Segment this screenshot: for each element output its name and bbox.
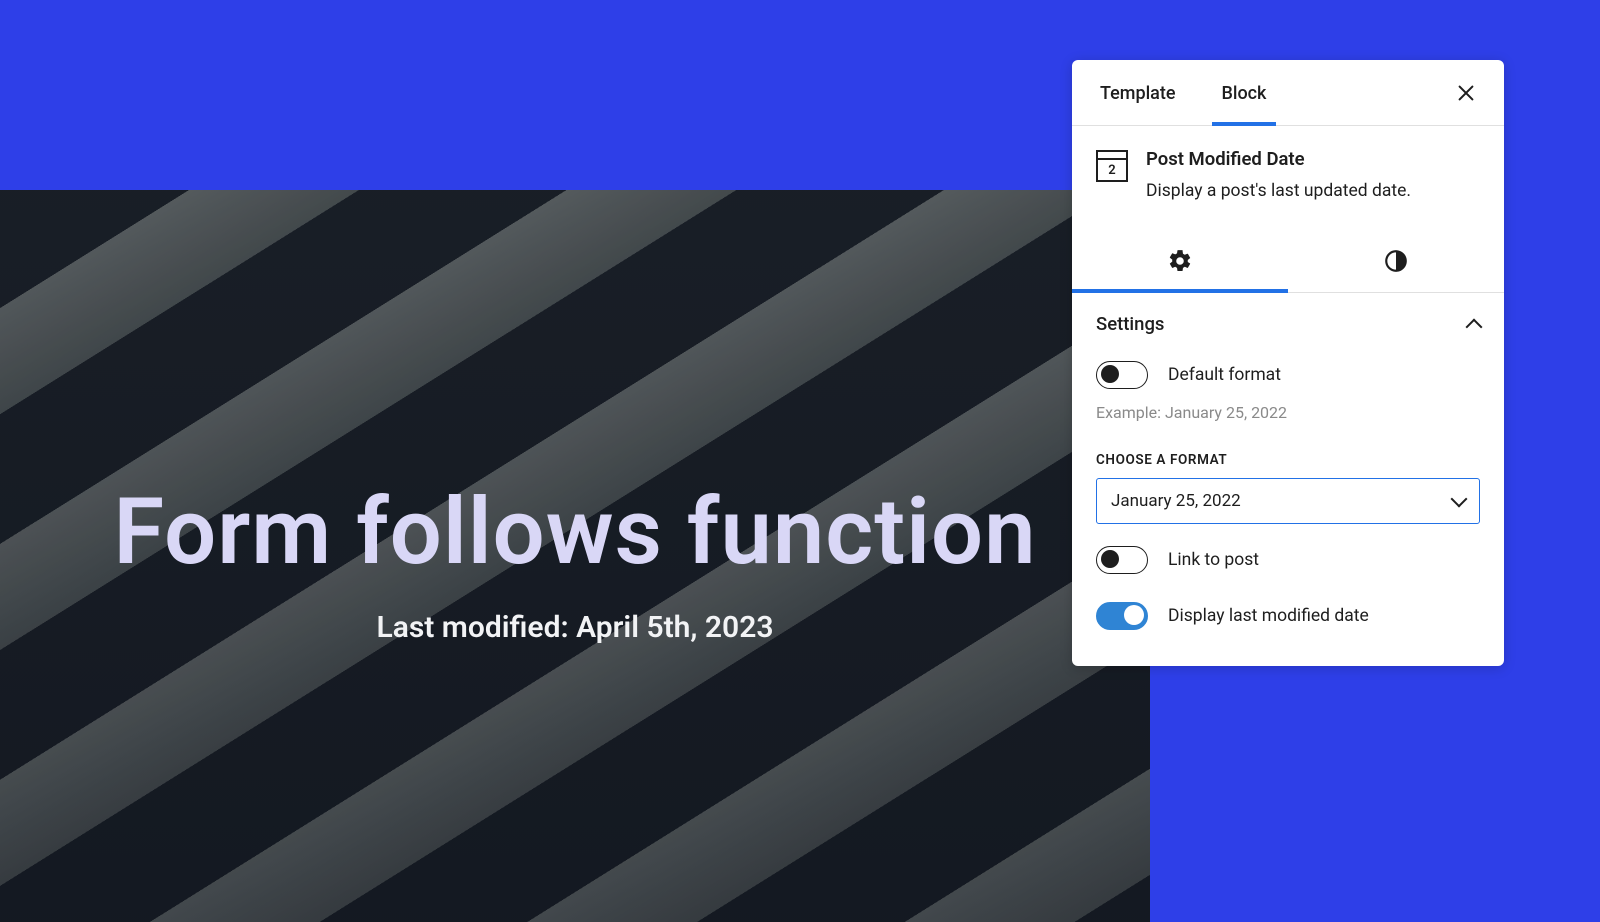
label-link-to-post: Link to post	[1168, 550, 1259, 570]
example-format-line: Example: January 25, 2022	[1072, 403, 1504, 428]
panel-subtabs	[1072, 230, 1504, 293]
setting-link-to-post: Link to post	[1072, 532, 1504, 588]
page-title: Form follows function	[60, 485, 1090, 582]
gear-icon	[1167, 248, 1193, 274]
block-title: Post Modified Date	[1146, 148, 1411, 170]
tab-template[interactable]: Template	[1090, 61, 1186, 126]
block-description: Display a post's last updated date.	[1146, 180, 1411, 204]
tab-block[interactable]: Block	[1212, 61, 1277, 126]
calendar-day-number: 2	[1098, 163, 1126, 178]
calendar-icon: 2	[1096, 150, 1128, 182]
subtab-styles[interactable]	[1288, 230, 1504, 292]
chevron-up-icon	[1466, 318, 1483, 335]
setting-default-format: Default format	[1072, 347, 1504, 403]
close-panel-button[interactable]	[1446, 73, 1486, 113]
block-info: 2 Post Modified Date Display a post's la…	[1072, 126, 1504, 230]
last-modified-line: Last modified: April 5th, 2023	[60, 610, 1090, 645]
block-settings-panel: Template Block 2 Post Modified Date Disp…	[1072, 60, 1504, 666]
chevron-down-icon	[1451, 490, 1468, 507]
format-select-value: January 25, 2022	[1111, 491, 1241, 511]
close-icon	[1455, 82, 1477, 104]
format-select[interactable]: January 25, 2022	[1096, 478, 1480, 524]
contrast-icon	[1383, 248, 1409, 274]
toggle-display-modified[interactable]	[1096, 602, 1148, 630]
editor-preview: Form follows function Last modified: Apr…	[0, 190, 1150, 922]
label-default-format: Default format	[1168, 365, 1281, 385]
subtab-settings[interactable]	[1072, 230, 1288, 292]
toggle-link-to-post[interactable]	[1096, 546, 1148, 574]
settings-section-label: Settings	[1096, 313, 1164, 335]
setting-display-modified: Display last modified date	[1072, 588, 1504, 644]
choose-format-label: CHOOSE A FORMAT	[1072, 428, 1504, 478]
hero-text: Form follows function Last modified: Apr…	[0, 485, 1150, 645]
panel-tabs: Template Block	[1072, 60, 1504, 126]
label-display-modified: Display last modified date	[1168, 606, 1369, 626]
settings-section-header[interactable]: Settings	[1072, 293, 1504, 347]
toggle-default-format[interactable]	[1096, 361, 1148, 389]
